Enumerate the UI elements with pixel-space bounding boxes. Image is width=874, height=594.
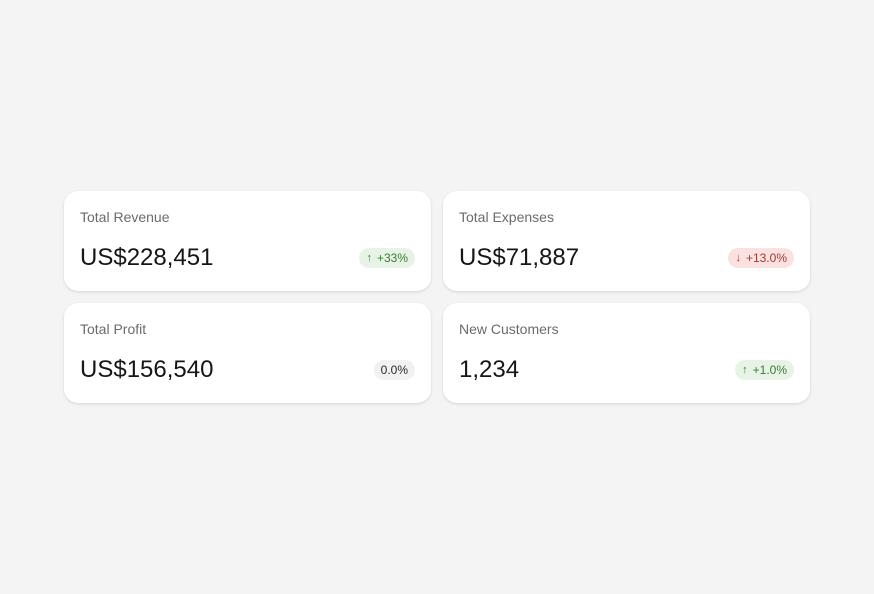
change-value: +33%: [376, 251, 408, 265]
change-value: 0.0%: [380, 363, 408, 377]
metric-value: US$156,540: [80, 356, 214, 383]
metric-title: Total Expenses: [459, 209, 554, 225]
change-badge: ↑ +33%: [359, 248, 415, 268]
metric-value: 1,234: [459, 356, 520, 383]
arrow-up-icon: ↑: [742, 364, 748, 376]
metric-title: Total Profit: [80, 321, 147, 337]
change-badge: ↑ +1.0%: [735, 360, 794, 380]
metric-value: US$228,451: [80, 244, 214, 271]
metric-row: US$156,540 0.0%: [80, 355, 415, 385]
metric-value: US$71,887: [459, 244, 580, 271]
metric-card-new-customers: New Customers 1,234 ↑ +1.0%: [443, 303, 810, 403]
change-badge: 0.0%: [373, 360, 415, 380]
metric-title: New Customers: [459, 321, 559, 337]
metric-card-total-expenses: Total Expenses US$71,887 ↓ +13.0%: [443, 191, 810, 291]
arrow-up-icon: ↑: [366, 252, 372, 264]
change-badge: ↓ +13.0%: [728, 248, 794, 268]
change-value: +1.0%: [752, 363, 787, 377]
arrow-down-icon: ↓: [735, 252, 741, 264]
metric-row: US$71,887 ↓ +13.0%: [459, 243, 794, 273]
metric-title: Total Revenue: [80, 209, 170, 225]
metric-row: US$228,451 ↑ +33%: [80, 243, 415, 273]
kpi-grid: Total Revenue US$228,451 ↑ +33% Total Ex…: [64, 191, 810, 403]
metric-row: 1,234 ↑ +1.0%: [459, 355, 794, 385]
metric-card-total-profit: Total Profit US$156,540 0.0%: [64, 303, 431, 403]
change-value: +13.0%: [745, 251, 787, 265]
metric-card-total-revenue: Total Revenue US$228,451 ↑ +33%: [64, 191, 431, 291]
